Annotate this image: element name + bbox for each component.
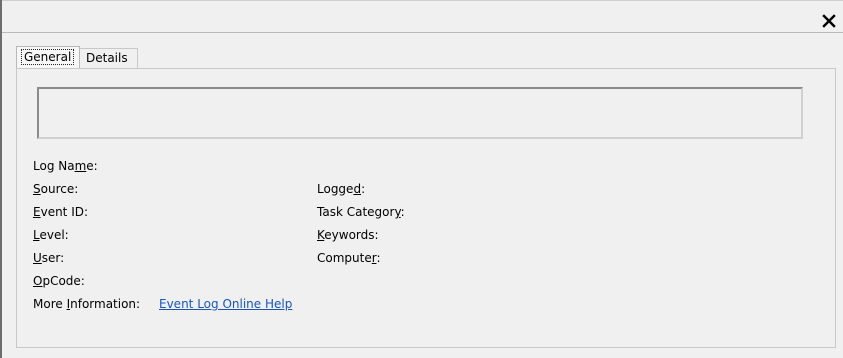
source-label: Source: (33, 182, 78, 196)
label-text: ser: (41, 251, 65, 265)
event-id-label: Event ID: (33, 205, 88, 219)
keywords-label: Keywords: (317, 228, 379, 242)
tab-general-label: General (21, 49, 75, 65)
label-text: : (400, 205, 405, 219)
label-text: More (33, 297, 67, 311)
level-label: Level: (33, 228, 69, 242)
label-text: Log Na (33, 159, 75, 173)
label-accel: m (74, 159, 87, 173)
event-log-online-help-link[interactable]: Event Log Online Help (159, 297, 292, 311)
close-icon[interactable] (821, 13, 837, 29)
label-text: : (361, 182, 366, 196)
label-accel: E (33, 205, 41, 219)
label-text: Task Categor (317, 205, 395, 219)
label-text: pCode: (42, 274, 85, 288)
event-description-box[interactable] (37, 87, 803, 139)
title-bar (2, 0, 843, 32)
opcode-label: OpCode: (33, 274, 85, 288)
log-name-label: Log Name: (33, 159, 98, 173)
more-information-label: More Information: (33, 297, 140, 311)
computer-label: Computer: (317, 251, 381, 265)
tab-details-label: Details (86, 51, 128, 65)
label-text: eywords: (324, 228, 379, 242)
label-accel: d (353, 182, 362, 196)
label-text: : (376, 251, 381, 265)
label-text: Compute (317, 251, 372, 265)
label-text: ource: (40, 182, 79, 196)
task-category-label: Task Category: (317, 205, 405, 219)
label-text: evel: (39, 228, 69, 242)
label-text: e: (86, 159, 98, 173)
tab-general[interactable]: General (16, 46, 80, 68)
label-text: nformation: (70, 297, 141, 311)
event-properties-window: General Details Log Name: Source: Event … (0, 0, 843, 358)
general-tab-panel: Log Name: Source: Event ID: Level: User:… (16, 68, 836, 348)
title-bar-divider (2, 32, 843, 33)
label-accel: S (33, 182, 41, 196)
label-accel: U (33, 251, 42, 265)
label-text: vent ID: (40, 205, 89, 219)
user-label: User: (33, 251, 64, 265)
tab-details[interactable]: Details (80, 48, 138, 68)
label-text: Logge (317, 182, 354, 196)
logged-label: Logged: (317, 182, 365, 196)
